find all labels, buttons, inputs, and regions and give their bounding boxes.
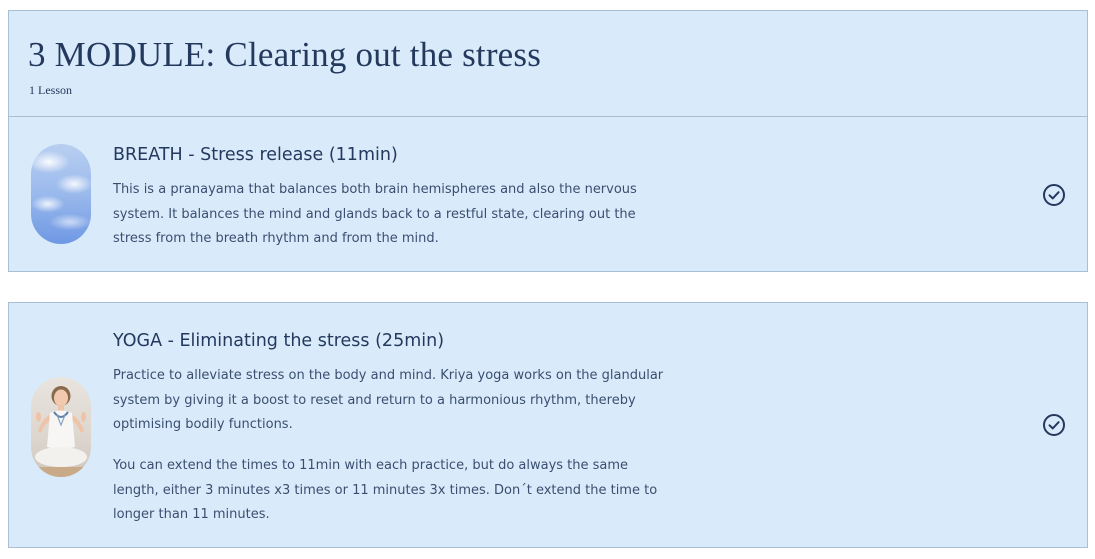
lesson-title[interactable]: BREATH - Stress release (11min) — [113, 145, 398, 165]
lesson-count: 1 Lesson — [29, 83, 72, 97]
lesson-description: Practice to alleviate stress on the body… — [113, 368, 664, 432]
lesson-thumbnail-sky — [31, 144, 91, 244]
check-circle-icon[interactable] — [1042, 183, 1066, 207]
check-circle-icon[interactable] — [1042, 413, 1066, 437]
lesson-description: This is a pranayama that balances both b… — [113, 182, 637, 246]
module-card: 3 MODULE: Clearing out the stress 1 Less… — [8, 10, 1088, 272]
lesson-description-extra: You can extend the times to 11min with e… — [113, 458, 658, 522]
module-title: 3 MODULE: Clearing out the stress — [28, 35, 542, 74]
yoga-meditation-image — [31, 386, 91, 477]
lesson-title[interactable]: YOGA - Eliminating the stress (25min) — [113, 331, 444, 351]
lesson-item-yoga[interactable]: YOGA - Eliminating the stress (25min) Pr… — [8, 302, 1088, 548]
lesson-thumbnail-yoga — [31, 377, 91, 477]
module-header[interactable]: 3 MODULE: Clearing out the stress 1 Less… — [9, 11, 1087, 117]
